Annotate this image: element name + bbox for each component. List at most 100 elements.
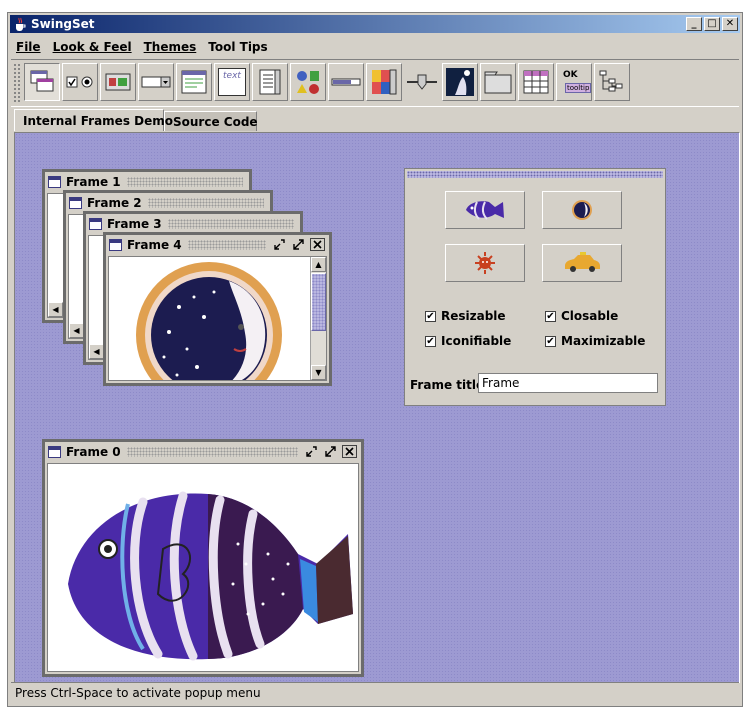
java-cup-icon — [13, 17, 27, 31]
main-window: SwingSet _ □ ✕ File Look & Feel Themes T… — [7, 12, 743, 707]
iconifiable-checkbox[interactable]: ✔ Iconifiable — [425, 334, 511, 348]
list-icon — [259, 69, 281, 95]
maximize-button[interactable]: □ — [704, 17, 720, 31]
tree-icon — [599, 70, 623, 92]
vertical-scrollbar[interactable]: ▲ ▼ — [310, 257, 326, 380]
minimize-icon — [306, 446, 317, 457]
resizable-checkbox[interactable]: ✔ Resizable — [425, 309, 506, 323]
filechooser-demo-button[interactable] — [176, 63, 212, 101]
frame-window-icon — [48, 175, 61, 188]
list-demo-button[interactable] — [252, 63, 288, 101]
frame-title: Frame 4 — [127, 237, 182, 252]
frame-title-bar[interactable]: Frame 0 — [45, 442, 361, 461]
frame-title-bar[interactable]: Frame 2 — [66, 193, 270, 212]
checkbox-demo-button[interactable] — [62, 63, 98, 101]
button-demo-button[interactable] — [100, 63, 136, 101]
fish-image — [68, 491, 353, 661]
scroll-left-button[interactable]: ◀ — [48, 302, 63, 317]
frame-title-bar[interactable]: Frame 4 — [106, 235, 329, 254]
tab-source-code[interactable]: Source Code — [164, 111, 258, 131]
maximize-icon — [293, 239, 304, 250]
scroll-left-button[interactable]: ◀ — [89, 344, 104, 359]
optionpane-icon — [297, 71, 319, 94]
internal-frame-4[interactable]: Frame 4 ▲ ▼ — [103, 232, 332, 386]
scroll-up-button[interactable]: ▲ — [311, 257, 326, 272]
scroll-left-button[interactable]: ◀ — [69, 323, 84, 338]
menu-tool-tips[interactable]: Tool Tips — [202, 40, 273, 54]
frame-title: Frame 2 — [87, 195, 142, 210]
toolbar-grip[interactable] — [13, 63, 21, 103]
create-cab-frame-button[interactable] — [542, 244, 622, 282]
frame-close-button[interactable] — [310, 238, 325, 251]
slider-demo-button[interactable] — [404, 63, 440, 101]
tabbedpane-demo-button[interactable] — [480, 63, 516, 101]
internal-frames-icon — [30, 70, 54, 92]
taxi-icon — [565, 252, 600, 272]
splitpane-demo-button[interactable] — [442, 63, 478, 101]
text-editor-icon: text — [218, 68, 246, 96]
combobox-demo-button[interactable] — [138, 63, 174, 101]
frame-window-icon — [89, 217, 102, 230]
progressbar-demo-button[interactable] — [328, 63, 364, 101]
maximize-icon — [325, 446, 336, 457]
control-palette: ✔ Resizable ✔ Closable ✔ Iconifiable ✔ Maxim… — [404, 168, 666, 406]
table-demo-button[interactable] — [518, 63, 554, 101]
checkbox-check-icon: ✔ — [545, 335, 556, 347]
frame-title-bar[interactable]: Frame 3 — [86, 214, 300, 233]
create-fish-frame-button[interactable] — [445, 191, 525, 229]
sun-icon — [475, 252, 495, 274]
frame-window-icon — [109, 238, 122, 251]
maximizable-checkbox[interactable]: ✔ Maximizable — [545, 334, 645, 348]
tree-demo-button[interactable] — [594, 63, 630, 101]
combobox-icon — [141, 76, 171, 88]
fish-icon — [466, 201, 504, 220]
scroll-down-button[interactable]: ▼ — [311, 365, 326, 380]
desktop-pane[interactable]: Frame 1 ◀ Frame 2 ◀ Frame 3 ◀ Frame 4 ▲ … — [14, 132, 740, 683]
menu-bar: File Look & Feel Themes Tool Tips — [10, 37, 274, 57]
frame-iconify-button[interactable] — [304, 445, 319, 458]
editor-demo-button[interactable]: text — [214, 63, 250, 101]
moon-image — [136, 262, 282, 380]
frame-close-button[interactable] — [342, 445, 357, 458]
scrollpane-demo-button[interactable] — [366, 63, 402, 101]
internal-frames-demo-button[interactable] — [24, 63, 60, 101]
checkbox-radio-icon — [66, 76, 93, 88]
splitpane-icon — [446, 68, 474, 96]
palette-title-bar[interactable] — [407, 171, 663, 178]
title-bar[interactable]: SwingSet _ □ ✕ — [10, 15, 740, 33]
frame-content — [47, 463, 359, 672]
menu-themes[interactable]: Themes — [138, 40, 203, 54]
menu-look-and-feel[interactable]: Look & Feel — [47, 40, 138, 54]
frame-title: Frame 1 — [66, 174, 121, 189]
scroll-thumb[interactable] — [311, 273, 326, 331]
create-moon-frame-button[interactable] — [542, 191, 622, 229]
frame-maximize-button[interactable] — [291, 238, 306, 251]
frame-maximize-button[interactable] — [323, 445, 338, 458]
tab-internal-frames-demo[interactable]: Internal Frames Demo — [14, 109, 173, 131]
optionpane-demo-button[interactable] — [290, 63, 326, 101]
toolbar: text OK tooltip — [11, 59, 739, 107]
window-title: SwingSet — [31, 17, 95, 31]
tabbedpane-icon — [484, 71, 512, 94]
checkbox-check-icon: ✔ — [545, 310, 556, 322]
closable-checkbox[interactable]: ✔ Closable — [545, 309, 618, 323]
moon-icon — [572, 200, 592, 220]
frame-title: Frame 0 — [66, 444, 121, 459]
checkbox-check-icon: ✔ — [425, 310, 436, 322]
minimize-icon — [274, 239, 285, 250]
frame-title-field[interactable] — [478, 373, 658, 393]
frame-window-icon — [48, 445, 61, 458]
frame-iconify-button[interactable] — [272, 238, 287, 251]
minimize-button[interactable]: _ — [686, 17, 702, 31]
close-icon: ✕ — [725, 18, 735, 29]
frame-title-bar[interactable]: Frame 1 — [45, 172, 249, 191]
tooltip-demo-button[interactable]: OK tooltip — [556, 63, 592, 101]
internal-frame-0[interactable]: Frame 0 — [42, 439, 364, 677]
close-button[interactable]: ✕ — [722, 17, 738, 31]
slider-icon — [407, 74, 437, 90]
close-icon — [313, 240, 322, 249]
menu-file[interactable]: File — [10, 40, 47, 54]
create-sun-frame-button[interactable] — [445, 244, 525, 282]
frame-title: Frame 3 — [107, 216, 162, 231]
status-bar: Press Ctrl-Space to activate popup menu — [15, 686, 261, 700]
